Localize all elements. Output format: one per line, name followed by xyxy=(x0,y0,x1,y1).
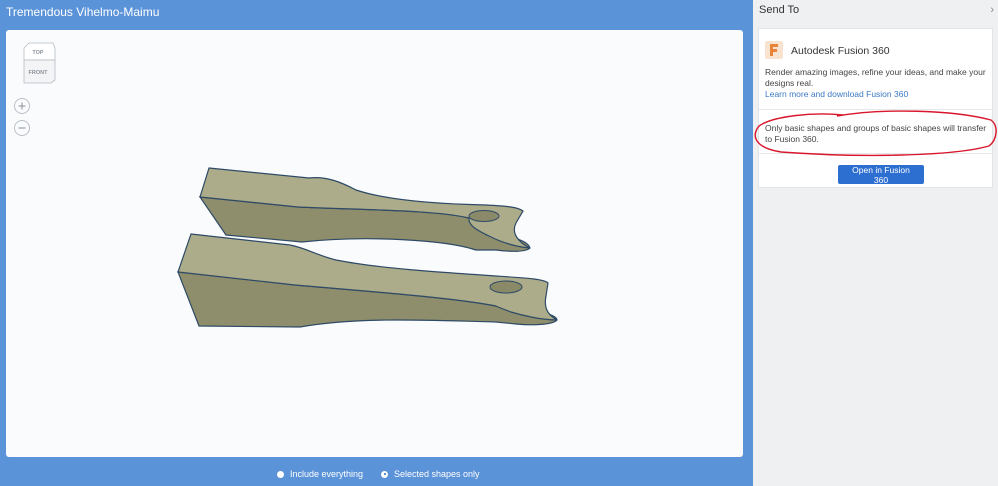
app-name: Autodesk Fusion 360 xyxy=(791,45,890,57)
include-everything-label[interactable]: Include everything xyxy=(290,469,363,479)
include-everything-option[interactable]: Include everything xyxy=(277,469,363,479)
3d-model[interactable] xyxy=(6,30,743,457)
panel-title: Send To xyxy=(759,4,800,16)
radio-checked-icon[interactable] xyxy=(381,470,388,478)
open-in-fusion-button[interactable]: Open in Fusion 360 xyxy=(838,165,924,185)
3d-viewport[interactable]: TOP FRONT xyxy=(6,30,743,457)
divider xyxy=(759,153,992,154)
export-options: Include everything Selected shapes only xyxy=(0,460,753,486)
learn-more-link[interactable]: Learn more and download Fusion 360 xyxy=(765,89,908,99)
fusion-360-card: Autodesk Fusion 360 Render amazing image… xyxy=(758,28,993,188)
app-description: Render amazing images, refine your ideas… xyxy=(765,67,986,88)
close-icon[interactable]: › xyxy=(990,4,994,16)
back-part[interactable] xyxy=(198,167,531,252)
fusion-360-logo-icon xyxy=(765,41,783,59)
selected-shapes-only-label[interactable]: Selected shapes only xyxy=(394,469,480,479)
radio-unchecked-icon[interactable] xyxy=(277,470,284,478)
design-title: Tremendous Vihelmo-Maimu xyxy=(6,5,160,19)
workspace-area: Tremendous Vihelmo-Maimu TOP FRONT Inclu… xyxy=(0,0,753,486)
divider xyxy=(759,109,992,110)
transfer-note: Only basic shapes and groups of basic sh… xyxy=(765,123,987,144)
selected-shapes-only-option[interactable]: Selected shapes only xyxy=(381,469,480,479)
send-to-panel: Send To › Autodesk Fusion 360 Render ama… xyxy=(753,0,998,486)
